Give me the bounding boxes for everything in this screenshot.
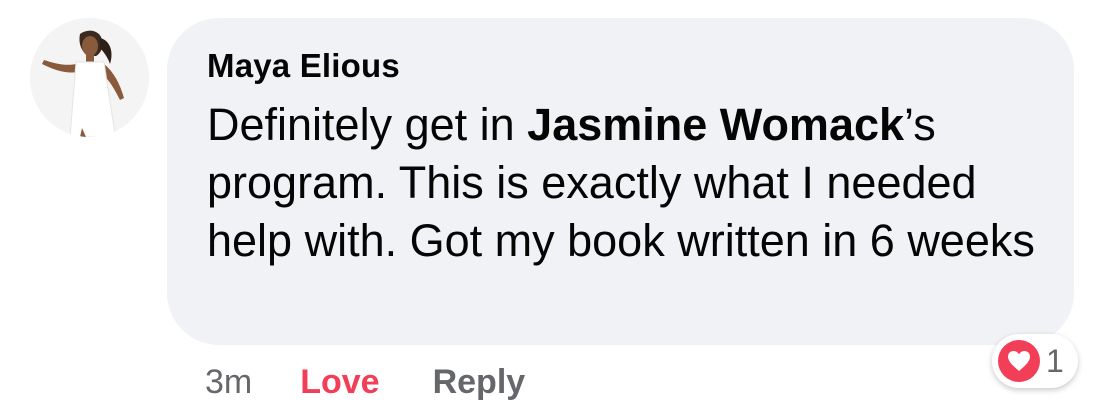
avatar[interactable] — [30, 18, 149, 137]
reaction-count: 1 — [1046, 342, 1064, 379]
comment-text-start: Definitely get in — [207, 99, 528, 150]
mention-link[interactable]: Jasmine Womack — [527, 99, 904, 150]
avatar-photo — [30, 18, 149, 137]
comment-bubble: Maya Elious Definitely get in Jasmine Wo… — [167, 18, 1074, 345]
reply-button[interactable]: Reply — [433, 363, 526, 402]
comment-text: Definitely get in Jasmine Womack’s progr… — [207, 96, 1047, 270]
comment-thread: Maya Elious Definitely get in Jasmine Wo… — [0, 0, 1118, 416]
reaction-summary[interactable]: 1 — [992, 334, 1078, 388]
comment-author[interactable]: Maya Elious — [207, 46, 1044, 86]
comment-actions: 3m Love Reply — [205, 358, 525, 406]
love-button[interactable]: Love — [300, 363, 379, 402]
comment-timestamp[interactable]: 3m — [205, 363, 252, 402]
heart-icon — [998, 340, 1040, 382]
